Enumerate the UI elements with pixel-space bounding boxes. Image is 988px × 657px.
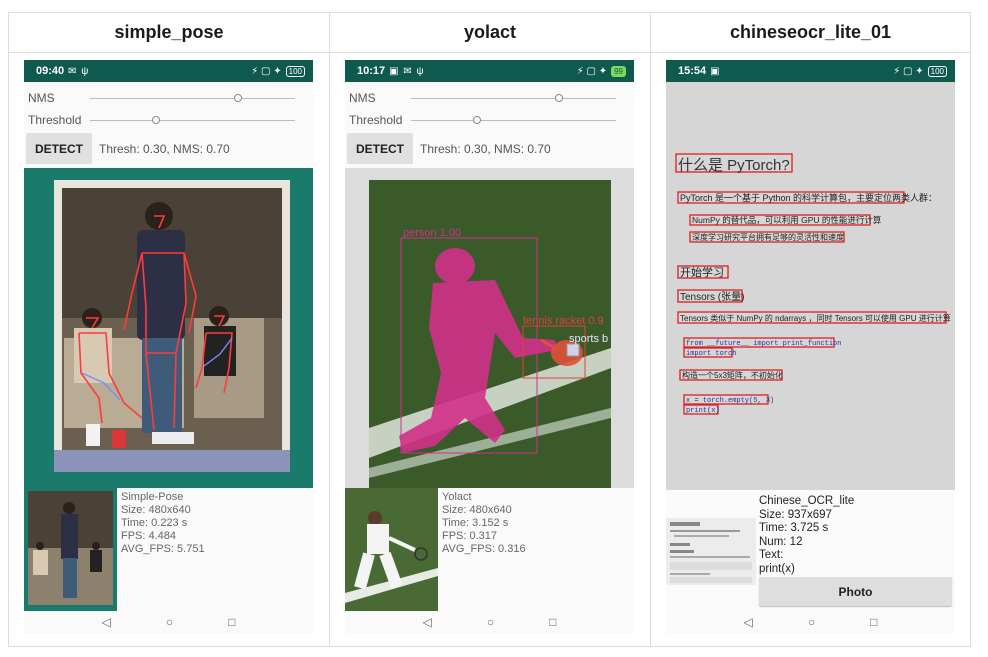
nms-slider[interactable] [411,94,616,102]
image-size: Size: 480x640 [442,504,512,516]
system-icons: ⚡ ▢ ✦ [576,65,608,77]
avg-fps: AVG_FPS: 5.751 [121,543,205,555]
result-info: Simple-Pose Size: 480x640 Time: 0.223 s … [121,491,205,556]
ocr-result-image: 什么是 PyTorch? PyTorch 是一个基于 Python 的科学计算包… [666,82,955,490]
android-nav-bar: ◁ ○ □ [345,611,634,633]
notification-icons: ▣ [710,65,721,77]
battery-icon: 99 [611,65,626,77]
battery-icon: 100 [927,65,947,77]
ocr-line: 什么是 PyTorch? [678,157,790,174]
status-time: 15:54 [678,65,707,77]
threshold-label: Threshold [349,113,403,127]
system-icons: ⚡ ▢ ✦ [893,65,924,77]
nms-label: NMS [349,91,376,105]
back-icon[interactable]: ◁ [423,615,432,629]
inference-time: Time: 3.725 s [759,522,829,534]
thresh-nms-text: Thresh: 0.30, NMS: 0.70 [420,142,551,156]
ocr-line: Tensors 类似于 NumPy 的 ndarrays ，同时 Tensors… [680,313,951,323]
ocr-line: 构造一个5x3矩阵，不初始化 [682,370,783,380]
phone-screen: 15:54 ▣ ⚡ ▢ ✦ 100 什么是 PyTorch? PyTorch 是… [666,60,955,633]
inference-time: Time: 3.152 s [442,517,509,529]
text-result: print(x) [759,562,795,575]
model-name: Yolact [442,491,472,503]
phone-screen: 09:40 ✉ ψ ⚡ ▢ ✦ 100 NMS Threshold DETECT… [24,60,313,633]
column-title: yolact [330,13,650,53]
input-thumbnail [345,488,438,611]
back-icon[interactable]: ◁ [744,615,753,629]
nms-slider-knob[interactable] [233,94,242,102]
avg-fps: AVG_FPS: 0.316 [442,543,526,555]
home-icon[interactable]: ○ [166,615,173,629]
column-chineseocr-lite: chineseocr_lite_01 15:54 ▣ ⚡ ▢ ✦ 100 什么是… [650,13,970,646]
image-size: Size: 937x697 [759,508,832,521]
back-icon[interactable]: ◁ [102,615,111,629]
recent-apps-icon[interactable]: □ [870,615,877,629]
nms-slider-knob[interactable] [554,94,563,102]
column-title: simple_pose [9,13,329,53]
fps: FPS: 0.317 [442,530,498,542]
battery-icon: 100 [285,65,305,77]
racket-label: tennis racket 0.9 [523,315,604,327]
model-name: Chinese_OCR_lite [759,495,855,507]
recent-apps-icon[interactable]: □ [228,615,235,629]
model-name: Simple-Pose [121,491,184,503]
threshold-slider[interactable] [411,116,616,124]
threshold-label: Threshold [28,113,82,127]
nms-slider[interactable] [90,94,295,102]
notification-icons: ✉ ψ [68,65,90,77]
ball-label: sports b [569,333,608,345]
threshold-slider-knob[interactable] [472,116,481,124]
notification-icons: ▣ ✉ ψ [389,65,425,77]
threshold-slider[interactable] [90,116,295,124]
status-time: 09:40 [36,65,65,77]
ocr-line: x = torch.empty(5, 3) [686,397,774,405]
ocr-line: Tensors (张量) [680,291,744,303]
text-count: Num: 12 [759,535,803,548]
thresh-nms-text: Thresh: 0.30, NMS: 0.70 [99,142,230,156]
android-nav-bar: ◁ ○ □ [666,611,955,633]
threshold-control: Threshold [24,110,313,130]
column-simple-pose: simple_pose 09:40 ✉ ψ ⚡ ▢ ✦ 100 NMS Thre… [9,13,329,646]
nms-control: NMS [345,88,634,108]
home-icon[interactable]: ○ [487,615,494,629]
phone-screen: 10:17 ▣ ✉ ψ ⚡ ▢ ✦ 99 NMS Threshold DETEC… [345,60,634,633]
android-nav-bar: ◁ ○ □ [24,611,313,633]
ocr-line: print(x) [686,407,720,415]
column-title: chineseocr_lite_01 [651,13,970,53]
photo-button[interactable]: Photo [759,577,952,606]
input-thumbnail [666,518,756,585]
nms-label: NMS [28,91,55,105]
comparison-table: simple_pose 09:40 ✉ ψ ⚡ ▢ ✦ 100 NMS Thre… [8,12,971,647]
nms-control: NMS [24,88,313,108]
threshold-slider-knob[interactable] [151,116,160,124]
detect-button[interactable]: DETECT [26,133,92,164]
system-icons: ⚡ ▢ ✦ [251,65,282,77]
threshold-control: Threshold [345,110,634,130]
ocr-line: 开始学习 [680,265,724,279]
ocr-line: NumPy 的替代品，可以利用 GPU 的性能进行计算 [692,215,882,225]
ocr-line: from __future__ import print_function [686,340,841,348]
home-icon[interactable]: ○ [808,615,815,629]
ocr-line: 深度学习研究平台拥有足够的灵活性和速度 [692,232,844,242]
ocr-line: PyTorch 是一个基于 Python 的科学计算包，主要定位两类人群： [680,192,937,203]
image-size: Size: 480x640 [121,504,191,516]
pose-result-image [24,168,313,488]
column-yolact: yolact 10:17 ▣ ✉ ψ ⚡ ▢ ✦ 99 NMS Threshol… [329,13,650,646]
inference-time: Time: 0.223 s [121,517,188,529]
fps: FPS: 4.484 [121,530,177,542]
input-thumbnail [24,488,117,611]
status-bar: 10:17 ▣ ✉ ψ ⚡ ▢ ✦ 99 [345,60,634,82]
recent-apps-icon[interactable]: □ [549,615,556,629]
status-time: 10:17 [357,65,386,77]
result-info: Yolact Size: 480x640 Time: 3.152 s FPS: … [442,491,526,556]
person-label: person 1.00 [403,227,461,239]
text-label: Text: [759,549,784,561]
result-info: Chinese_OCR_lite Size: 937x697 Time: 3.7… [759,495,854,576]
segmentation-result-image: person 1.00 tennis racket 0.9 sports b [345,168,634,488]
detect-button[interactable]: DETECT [347,133,413,164]
status-bar: 15:54 ▣ ⚡ ▢ ✦ 100 [666,60,955,82]
ocr-line: import torch [686,350,736,358]
status-bar: 09:40 ✉ ψ ⚡ ▢ ✦ 100 [24,60,313,82]
